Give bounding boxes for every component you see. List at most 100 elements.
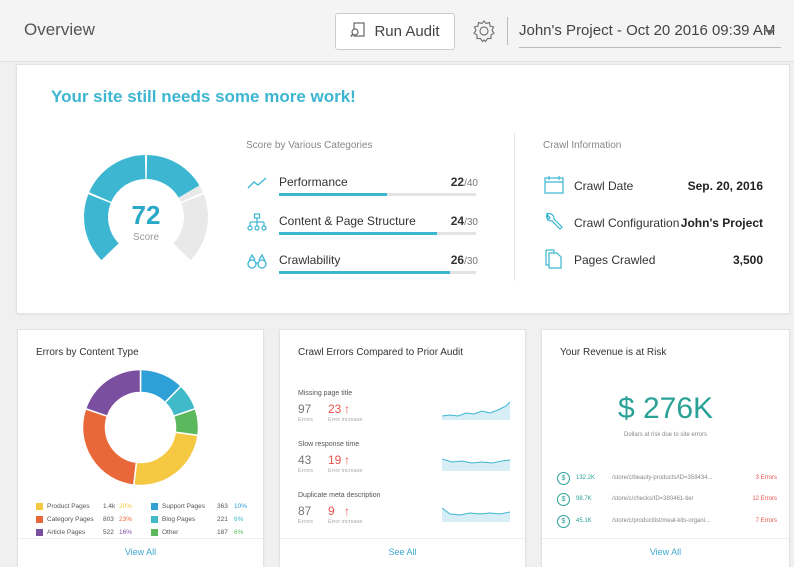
legend-blog-pages: Blog Pages 221 6% <box>151 515 251 525</box>
revenue-row-errors: 3 Errors <box>755 475 777 481</box>
error-label: Missing page title <box>298 390 353 397</box>
revenue-amount: $ 276K <box>617 392 714 425</box>
category-score-max: /40 <box>464 178 478 189</box>
donut-slice-article-pages[interactable] <box>84 368 142 418</box>
run-audit-label: Run Audit <box>374 23 440 40</box>
project-select[interactable]: John's Project - Oct 20 2016 09:39 AM <box>519 14 781 48</box>
legend-swatch <box>36 516 43 523</box>
category-progress-track <box>279 271 476 274</box>
legend-label: Product Pages <box>47 503 90 510</box>
error-current-sub: Error increase <box>328 468 363 474</box>
dollar-icon: $ <box>557 472 570 485</box>
overview-headline: Your site still needs some more work! <box>51 87 356 106</box>
category-score-max: /30 <box>464 217 478 228</box>
category-score: 22/40 <box>451 175 478 189</box>
project-select-value: John's Project - Oct 20 2016 09:39 AM <box>519 22 776 39</box>
revenue-row[interactable]: $ 45.1K /store/c/productlist/meal-kits-o… <box>557 515 777 529</box>
page-title: Overview <box>24 20 95 39</box>
donut-slice-product-pages[interactable] <box>132 431 199 487</box>
pages-crawled-row: Pages Crawled 3,500 <box>543 248 763 272</box>
category-score-max: /30 <box>464 256 478 267</box>
magnify-page-icon <box>350 21 366 42</box>
dollar-icon: $ <box>557 515 570 528</box>
legend-swatch <box>151 529 158 536</box>
error-current-count: 9 <box>328 504 335 518</box>
revenue-row-amount: 45.1K <box>576 518 592 524</box>
category-performance[interactable]: Performance 22/40 <box>246 173 478 203</box>
revenue-row-url: /store/c/checks/ID=380461-tier <box>612 496 694 502</box>
error-slow-response[interactable]: Slow response time 43 19 ↑ Errors Error … <box>298 441 513 485</box>
sitemap-icon <box>246 212 268 234</box>
legend-label: Support Pages <box>162 503 206 510</box>
category-label: Content & Page Structure <box>279 214 416 228</box>
arrow-up-icon: ↑ <box>344 453 350 467</box>
crawl-value: John's Project <box>680 216 763 230</box>
dollar-icon: $ <box>557 493 570 506</box>
see-all-link[interactable]: See All <box>280 538 525 567</box>
category-crawlability[interactable]: Crawlability 26/30 <box>246 251 478 281</box>
categories-heading: Score by Various Categories <box>246 140 373 151</box>
legend-pct: 10% <box>234 503 248 510</box>
settings-gear-icon[interactable] <box>472 19 496 43</box>
legend-count: 522 <box>103 529 114 536</box>
card-title: Your Revenue is at Risk <box>560 347 667 358</box>
gauge-segment-filled <box>84 194 119 261</box>
legend-count: 187 <box>217 529 228 536</box>
legend-label: Other <box>162 529 179 536</box>
revenue-row[interactable]: $ 98.7K /store/c/checks/ID=380461-tier 1… <box>557 493 777 507</box>
crawl-label: Crawl Configuration <box>574 216 680 230</box>
card-title: Crawl Errors Compared to Prior Audit <box>298 347 464 358</box>
calendar-icon <box>543 174 565 196</box>
crawl-label: Pages Crawled <box>574 253 656 267</box>
category-progress-fill <box>279 271 451 274</box>
error-current-count: 23 <box>328 402 342 416</box>
legend-pct: 23% <box>119 516 133 523</box>
error-duplicate-meta[interactable]: Duplicate meta description 87 9 ↑ Errors… <box>298 492 513 536</box>
donut-slice-category-pages[interactable] <box>81 407 138 486</box>
pages-icon <box>543 248 565 270</box>
legend-product-pages: Product Pages 1.4k 20% <box>36 502 141 512</box>
revenue-row-url: /store/c/productlist/meal-kits-organi... <box>612 518 711 524</box>
gauge-segment-empty <box>173 194 208 261</box>
category-progress-track <box>279 232 476 235</box>
error-current-sub: Error increase <box>328 519 363 525</box>
legend-count: 803 <box>103 516 114 523</box>
view-all-link[interactable]: View All <box>542 538 789 567</box>
score-value: 72 <box>131 200 161 230</box>
crawl-label: Crawl Date <box>574 179 634 193</box>
revenue-row-errors: 7 Errors <box>755 518 777 524</box>
legend-count: 221 <box>217 516 228 523</box>
category-score: 24/30 <box>451 214 478 228</box>
category-score-value: 24 <box>450 214 465 228</box>
category-score-value: 26 <box>450 253 465 267</box>
legend-count: 1.4k <box>103 503 116 510</box>
gauge-segment-filled <box>89 155 146 202</box>
legend-swatch <box>36 503 43 510</box>
legend-swatch <box>36 529 43 536</box>
view-all-link[interactable]: View All <box>18 538 263 567</box>
crawl-date-row: Crawl Date Sep. 20, 2016 <box>543 174 763 198</box>
binoculars-icon <box>246 251 268 273</box>
error-label: Slow response time <box>298 441 360 448</box>
revenue-risk-card: Your Revenue is at Risk $ 276K Dollars a… <box>541 329 790 567</box>
sparkline-chart <box>442 458 510 471</box>
error-prior-count: 43 <box>298 453 312 467</box>
legend-pct: 16% <box>119 529 133 536</box>
error-prior-count: 87 <box>298 504 312 518</box>
legend-pct: 20% <box>119 503 133 510</box>
legend-pct: 6% <box>234 516 244 523</box>
legend-label: Blog Pages <box>162 516 196 523</box>
category-content-structure[interactable]: Content & Page Structure 24/30 <box>246 212 478 242</box>
legend-label: Category Pages <box>47 516 94 523</box>
run-audit-button[interactable]: Run Audit <box>335 13 455 50</box>
revenue-row-amount: 132.2K <box>576 475 596 481</box>
category-label: Performance <box>279 175 348 189</box>
revenue-row-errors: 12 Errors <box>752 496 777 502</box>
crawl-info-heading: Crawl Information <box>543 140 622 151</box>
legend-category-pages: Category Pages 803 23% <box>36 515 141 525</box>
revenue-row[interactable]: $ 132.2K /store/c/beauty-products/ID=359… <box>557 472 777 486</box>
chevron-down-icon <box>765 30 775 35</box>
error-missing-page-title[interactable]: Missing page title 97 23 ↑ Errors Error … <box>298 390 513 434</box>
category-progress-fill <box>279 193 388 196</box>
category-progress-track <box>279 193 476 196</box>
